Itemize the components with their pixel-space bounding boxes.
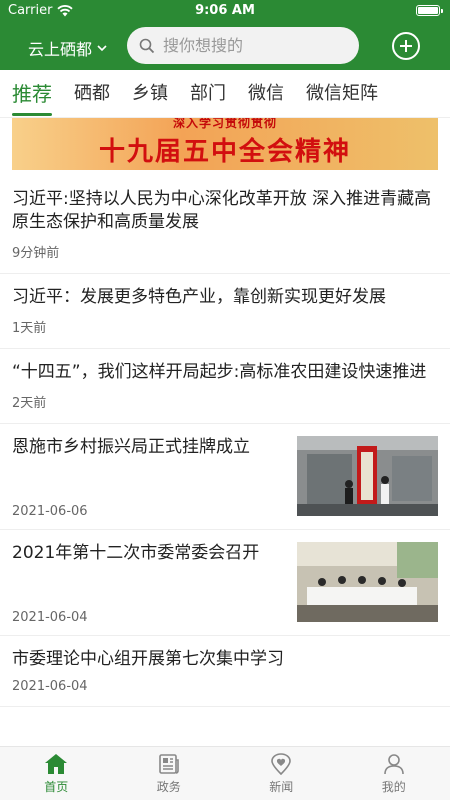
nav-government[interactable]: 政务 xyxy=(113,747,226,800)
nav-government-label: 政务 xyxy=(156,779,181,794)
app-header: Carrier 9:06 AM 云上硒都 xyxy=(0,0,450,70)
news-list: 习近平:坚持以人民为中心深化改革开放 深入推进青藏高原生态保护和高质量发展 9分… xyxy=(0,176,450,707)
city-selector[interactable]: 云上硒都 xyxy=(28,36,107,60)
tab-xidu[interactable]: 硒都 xyxy=(74,70,110,117)
news-time: 9分钟前 xyxy=(12,246,60,261)
tab-wechat[interactable]: 微信 xyxy=(248,70,284,117)
promo-banner[interactable]: 深入学习贯彻贯彻 十九届五中全会精神 xyxy=(12,118,438,170)
nav-profile-label: 我的 xyxy=(381,779,406,794)
news-time: 2021-06-06 xyxy=(12,504,88,519)
news-item[interactable]: 习近平:坚持以人民为中心深化改革开放 深入推进青藏高原生态保护和高质量发展 9分… xyxy=(0,176,450,274)
banner-title: 十九届五中全会精神 xyxy=(98,137,351,167)
top-bar: 云上硒都 xyxy=(0,26,450,66)
category-tabs: 推荐 硒都 乡镇 部门 微信 微信矩阵 xyxy=(0,70,450,118)
plus-icon xyxy=(400,40,412,52)
news-thumbnail xyxy=(297,542,438,622)
user-icon xyxy=(383,753,404,774)
news-time: 2021-06-04 xyxy=(12,610,88,625)
city-label: 云上硒都 xyxy=(28,40,93,59)
tab-recommend[interactable]: 推荐 xyxy=(12,70,52,117)
nav-news-label: 新闻 xyxy=(269,779,294,794)
news-thumbnail xyxy=(297,436,438,516)
nav-home-label: 首页 xyxy=(44,779,69,794)
news-item[interactable]: 恩施市乡村振兴局正式挂牌成立 2021-06-06 xyxy=(0,424,450,530)
newspaper-icon xyxy=(158,753,179,774)
meeting-photo-icon xyxy=(297,542,438,622)
tab-township[interactable]: 乡镇 xyxy=(132,70,168,117)
news-title: 习近平:坚持以人民为中心深化改革开放 深入推进青藏高原生态保护和高质量发展 xyxy=(12,189,432,232)
news-item[interactable]: 2021年第十二次市委常委会召开 2021-06-04 xyxy=(0,530,450,636)
nav-news[interactable]: 新闻 xyxy=(225,747,338,800)
add-button[interactable] xyxy=(392,32,420,60)
news-item[interactable]: “十四五”，我们这样开局起步:高标准农田建设快速推进 2天前 xyxy=(0,349,450,424)
tab-wechat-matrix[interactable]: 微信矩阵 xyxy=(306,70,378,117)
news-item[interactable]: 市委理论中心组开展第七次集中学习 2021-06-04 xyxy=(0,636,450,707)
search-icon xyxy=(139,38,155,53)
ceremony-photo-icon xyxy=(297,436,438,516)
news-item[interactable]: 习近平：发展更多特色产业，靠创新实现更好发展 1天前 xyxy=(0,274,450,349)
news-time: 2021-06-04 xyxy=(12,679,88,694)
search-input[interactable] xyxy=(163,36,343,55)
search-bar[interactable] xyxy=(127,27,359,64)
news-title: 习近平：发展更多特色产业，靠创新实现更好发展 xyxy=(12,287,386,307)
bottom-nav: 首页 政务 新闻 我的 xyxy=(0,746,450,800)
battery-icon xyxy=(416,5,443,16)
chevron-down-icon xyxy=(97,44,107,51)
nav-home[interactable]: 首页 xyxy=(0,747,113,800)
nav-profile[interactable]: 我的 xyxy=(338,747,450,800)
status-bar: Carrier 9:06 AM xyxy=(0,0,450,22)
news-title: 2021年第十二次市委常委会召开 xyxy=(12,543,260,563)
news-time: 1天前 xyxy=(12,321,47,336)
news-title: “十四五”，我们这样开局起步:高标准农田建设快速推进 xyxy=(12,362,427,382)
news-time: 2天前 xyxy=(12,396,47,411)
news-title: 市委理论中心组开展第七次集中学习 xyxy=(12,649,284,669)
home-icon xyxy=(45,753,68,774)
location-heart-icon xyxy=(271,752,292,775)
banner-subtitle: 深入学习贯彻贯彻 xyxy=(172,118,277,130)
news-title: 恩施市乡村振兴局正式挂牌成立 xyxy=(12,437,250,457)
tab-department[interactable]: 部门 xyxy=(190,70,226,117)
status-time: 9:06 AM xyxy=(195,3,255,18)
